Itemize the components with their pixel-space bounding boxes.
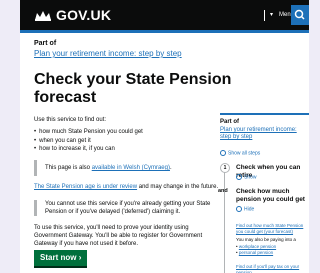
chevron-down-icon: [220, 150, 226, 156]
review-link[interactable]: The State Pension age is under review: [34, 184, 137, 190]
personal-pension-link[interactable]: personal pension: [239, 250, 273, 255]
step-2-toggle[interactable]: Hide: [236, 206, 254, 212]
search-icon: [294, 9, 305, 20]
list-item: how to increase it, if you can: [34, 145, 214, 154]
pension-tax-link[interactable]: Find out if you'll pay tax on your pensi…: [236, 264, 306, 273]
welsh-link[interactable]: available in Welsh (Cymraeg): [92, 165, 170, 171]
show-all-steps-button[interactable]: Show all steps: [220, 150, 260, 156]
list-item: personal pension: [236, 250, 306, 256]
header-rule: [20, 30, 309, 33]
sidebar-rule: [220, 113, 309, 115]
review-notice: The State Pension age is under review an…: [34, 184, 219, 190]
list-item: how much State Pension you could get: [34, 128, 214, 137]
welsh-inset: This page is also available in Welsh (Cy…: [34, 160, 214, 176]
crown-icon: [35, 11, 51, 21]
feature-list: how much State Pension you could get whe…: [34, 128, 214, 154]
pension-types-list: workplace pension personal pension: [236, 244, 306, 256]
chevron-down-icon: [236, 174, 242, 180]
workplace-pension-link[interactable]: workplace pension: [239, 244, 276, 249]
pension-note: You may also be paying into a: [236, 237, 296, 242]
and-label: and: [218, 188, 228, 194]
forecast-link[interactable]: Find out how much State Pension you coul…: [236, 223, 306, 235]
part-of-link[interactable]: Plan your retirement income: step by ste…: [34, 49, 182, 58]
step-1-toggle[interactable]: Show: [236, 174, 257, 180]
step-connector: [224, 166, 225, 273]
warning-text: You cannot use this service if you're al…: [34, 200, 214, 216]
part-of-label: Part of: [34, 40, 57, 47]
list-item: when you can get it: [34, 137, 214, 146]
sidebar-part-label: Part of: [220, 119, 240, 125]
intro-text: Use this service to find out:: [34, 117, 107, 123]
header: GOV.UK ▾ Menu: [20, 0, 309, 30]
search-button[interactable]: [291, 5, 309, 25]
chevron-down-icon: ▾: [270, 12, 274, 18]
sidebar-part-link[interactable]: Plan your retirement income: step by ste…: [220, 127, 309, 141]
page-title: Check your State Pension forecast: [34, 71, 232, 106]
menu-button[interactable]: ▾ Menu: [264, 10, 294, 21]
start-now-button[interactable]: Start now ›: [34, 250, 88, 266]
page-frame: GOV.UK ▾ Menu Part of Plan your retireme…: [20, 0, 309, 273]
chevron-right-icon: ›: [78, 253, 82, 262]
gateway-text: To use this service, you'll need to prov…: [34, 225, 203, 247]
chevron-up-icon: [236, 206, 242, 212]
govuk-logo[interactable]: GOV.UK: [56, 7, 111, 23]
step-number-1: 1: [220, 163, 230, 173]
step-2-title[interactable]: Check how much pension you could get: [236, 188, 308, 204]
